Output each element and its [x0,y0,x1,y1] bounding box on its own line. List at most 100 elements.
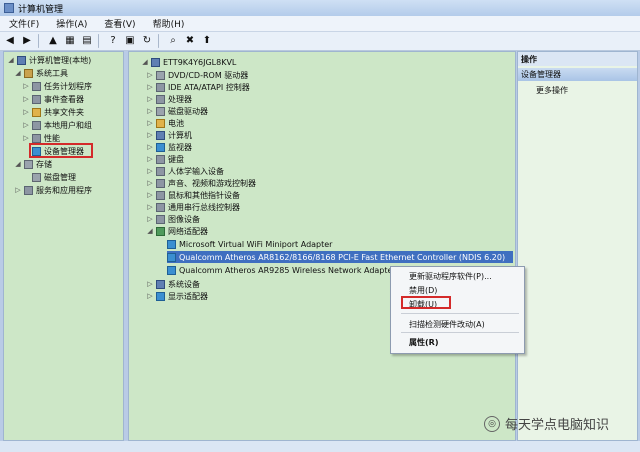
expand-arrow-icon[interactable]: ◢ [14,160,22,168]
device-category[interactable]: ▷ 显示适配器 [146,290,208,302]
tree-item-services[interactable]: ▷ 服务和应用程序 [14,184,92,196]
tree-label: 系统设备 [168,279,200,289]
usb-icon [156,202,165,212]
collapsed-arrow-icon[interactable]: ▷ [146,292,154,300]
more-actions-link[interactable]: 更多操作 [536,85,568,96]
collapsed-arrow-icon[interactable]: ▷ [146,203,154,211]
device-category[interactable]: ▷ DVD/CD-ROM 驱动器 [146,69,248,81]
collapsed-arrow-icon[interactable]: ▷ [146,107,154,115]
device-category[interactable]: ▷ 鼠标和其他指针设备 [146,189,240,201]
collapsed-arrow-icon[interactable]: ▷ [22,121,30,129]
refresh-icon[interactable]: ↻ [140,34,154,48]
collapsed-arrow-icon[interactable]: ▷ [146,215,154,223]
update-driver-icon[interactable]: ⬆ [200,34,214,48]
tree-item-system-tools[interactable]: ◢ 系统工具 [14,67,68,79]
menu-file[interactable]: 文件(F) [0,17,47,30]
disable-icon[interactable]: ✖ [183,34,197,48]
properties-icon[interactable]: ▤ [80,34,94,48]
console-icon[interactable]: ▣ [123,34,137,48]
network-adapter-item[interactable]: Qualcomm Atheros AR9285 Wireless Network… [167,264,396,276]
collapsed-arrow-icon[interactable]: ▷ [146,167,154,175]
device-category[interactable]: ▷ 处理器 [146,93,192,105]
collapsed-arrow-icon[interactable]: ▷ [22,95,30,103]
status-bar [0,441,640,452]
collapsed-arrow-icon[interactable]: ▷ [146,131,154,139]
scan-hardware-icon[interactable]: ⌕ [166,34,180,48]
back-arrow-icon[interactable]: ◀ [3,34,17,48]
device-category[interactable]: ▷ 声音、视频和游戏控制器 [146,177,256,189]
menu-item-properties[interactable]: 属性(R) [409,337,438,348]
collapsed-arrow-icon[interactable]: ▷ [146,143,154,151]
device-tree-root[interactable]: ◢ ETT9K4Y6JGL8KVL [141,56,236,68]
collapsed-arrow-icon[interactable]: ▷ [146,95,154,103]
tree-label: 网络适配器 [168,226,208,236]
collapsed-arrow-icon[interactable]: ▷ [22,82,30,90]
collapsed-arrow-icon[interactable]: ▷ [146,83,154,91]
tree-label: DVD/CD-ROM 驱动器 [168,70,249,80]
device-category[interactable]: ▷ 计算机 [146,129,192,141]
device-category[interactable]: ▷ IDE ATA/ATAPI 控制器 [146,81,250,93]
device-category[interactable]: ▷ 监视器 [146,141,192,153]
device-category[interactable]: ▷ 磁盘驱动器 [146,105,208,117]
help-icon[interactable]: ? [106,34,120,48]
menu-action[interactable]: 操作(A) [47,17,95,30]
collapsed-arrow-icon[interactable]: ▷ [14,186,22,194]
tree-item-event-viewer[interactable]: ▷ 事件查看器 [22,93,84,105]
device-category[interactable]: ▷ 系统设备 [146,278,200,290]
collapsed-arrow-icon[interactable]: ▷ [146,155,154,163]
device-category[interactable]: ▷ 图像设备 [146,213,200,225]
watermark: ◎ 每天学点电脑知识 [484,414,609,433]
collapsed-arrow-icon[interactable]: ▷ [146,119,154,127]
tree-label: 计算机 [168,130,192,140]
collapsed-arrow-icon[interactable]: ▷ [146,191,154,199]
tree-item-task-scheduler[interactable]: ▷ 任务计划程序 [22,80,92,92]
device-category[interactable]: ▷ 电池 [146,117,184,129]
users-icon [32,120,41,130]
tree-item-disk-management[interactable]: 磁盘管理 [32,171,76,183]
camera-icon [156,214,165,224]
collapsed-arrow-icon[interactable]: ▷ [22,108,30,116]
collapsed-arrow-icon[interactable]: ▷ [146,280,154,288]
show-hide-tree-icon[interactable]: ▦ [63,34,77,48]
tree-label: 存储 [36,159,52,169]
network-adapter-item[interactable]: Microsoft Virtual WiFi Miniport Adapter [167,238,332,250]
menu-item-disable[interactable]: 禁用(D) [409,285,437,296]
tree-item-storage[interactable]: ◢ 存储 [14,158,52,170]
tree-label: 监视器 [168,142,192,152]
tree-label: 显示适配器 [168,291,208,301]
actions-pane: 操作 设备管理器 更多操作 [517,51,638,441]
tree-item-local-users[interactable]: ▷ 本地用户和组 [22,119,92,131]
tree-label: 事件查看器 [44,94,84,104]
expand-arrow-icon[interactable]: ◢ [146,227,154,235]
disk-drive-icon [156,106,165,116]
expand-arrow-icon[interactable]: ◢ [141,58,149,66]
tree-label: Microsoft Virtual WiFi Miniport Adapter [179,239,333,249]
tree-label: ETT9K4Y6JGL8KVL [163,57,237,67]
tree-label: 声音、视频和游戏控制器 [168,178,256,188]
up-folder-icon[interactable]: ▲ [46,34,60,48]
device-category[interactable]: ▷ 键盘 [146,153,184,165]
tree-label: 服务和应用程序 [36,185,92,195]
device-category-network[interactable]: ◢ 网络适配器 [146,225,208,237]
forward-arrow-icon[interactable]: ▶ [20,34,34,48]
menu-help[interactable]: 帮助(H) [144,17,193,30]
tree-item-computer-management[interactable]: ◢ 计算机管理(本地) [7,54,91,66]
device-category[interactable]: ▷ 人体学输入设备 [146,165,224,177]
tree-label: 通用串行总线控制器 [168,202,240,212]
collapsed-arrow-icon[interactable]: ▷ [146,179,154,187]
collapsed-arrow-icon[interactable]: ▷ [146,71,154,79]
network-adapter-item-selected[interactable]: Qualcomm Atheros AR8162/8166/8168 PCI-E … [167,251,513,263]
menu-item-scan-hardware[interactable]: 扫描检测硬件改动(A) [409,319,485,330]
tree-label: 磁盘管理 [44,172,76,182]
menu-bar: 文件(F) 操作(A) 查看(V) 帮助(H) [0,16,640,32]
expand-arrow-icon[interactable]: ◢ [14,69,22,77]
event-viewer-icon [32,94,41,104]
wechat-icon: ◎ [484,415,500,432]
menu-view[interactable]: 查看(V) [95,17,143,30]
expand-arrow-icon[interactable]: ◢ [7,56,15,64]
menu-item-update-driver[interactable]: 更新驱动程序软件(P)... [409,271,492,282]
collapsed-arrow-icon[interactable]: ▷ [22,134,30,142]
tree-item-shared-folders[interactable]: ▷ 共享文件夹 [22,106,84,118]
actions-section-device-manager[interactable]: 设备管理器 [518,68,637,81]
device-category[interactable]: ▷ 通用串行总线控制器 [146,201,240,213]
